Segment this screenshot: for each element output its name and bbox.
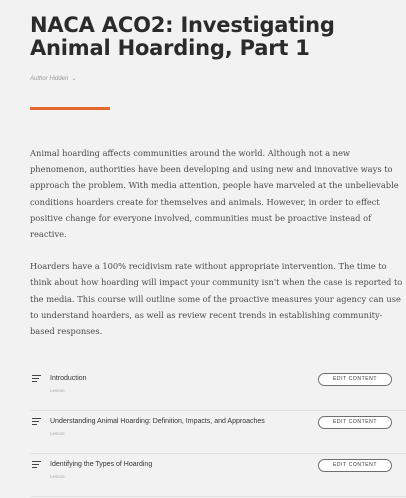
description-line: the media. This course will outline some… bbox=[30, 293, 401, 304]
lesson-row[interactable]: Identifying the Types of Hoarding Lesson… bbox=[30, 454, 406, 497]
author-label: Author Hidden bbox=[30, 75, 69, 82]
description-line: to understand hoarders, as well as revie… bbox=[30, 309, 383, 320]
lesson-list-icon bbox=[32, 375, 41, 382]
description-line: reactive. bbox=[30, 229, 67, 240]
lesson-title[interactable]: Identifying the Types of Hoarding bbox=[50, 461, 152, 468]
edit-content-button[interactable]: EDIT CONTENT bbox=[318, 373, 392, 386]
description-line: based responses. bbox=[30, 326, 103, 337]
description-line: conditions hoarders create for themselve… bbox=[30, 196, 380, 207]
accent-divider bbox=[30, 107, 110, 110]
chevron-down-icon: ⌄ bbox=[71, 76, 77, 82]
lesson-type-label: Lesson bbox=[50, 474, 65, 479]
course-description: Animal hoarding affects communities arou… bbox=[30, 145, 406, 339]
lesson-row[interactable]: Introduction Lesson EDIT CONTENT bbox=[30, 368, 406, 411]
lesson-row[interactable]: Understanding Animal Hoarding: Definitio… bbox=[30, 411, 406, 454]
description-paragraph-1: Animal hoarding affects communities arou… bbox=[30, 145, 406, 242]
lesson-list-icon bbox=[32, 418, 41, 425]
description-paragraph-2: Hoarders have a 100% recidivism rate wit… bbox=[30, 258, 406, 339]
course-page: NACA ACO2: Investigating Animal Hoarding… bbox=[0, 0, 406, 498]
lesson-list-icon bbox=[32, 461, 41, 468]
course-title: NACA ACO2: Investigating Animal Hoarding… bbox=[30, 13, 335, 60]
description-line: phenomenon, authorities have been develo… bbox=[30, 164, 393, 175]
lesson-type-label: Lesson bbox=[50, 388, 65, 393]
description-line: Hoarders have a 100% recidivism rate wit… bbox=[30, 261, 387, 272]
lesson-type-label: Lesson bbox=[50, 431, 65, 436]
description-line: approach the problem. With media attenti… bbox=[30, 180, 399, 191]
description-line: positive change for everyone involved, c… bbox=[30, 212, 372, 223]
description-line: think about how hoarding will impact you… bbox=[30, 277, 403, 288]
edit-content-button[interactable]: EDIT CONTENT bbox=[318, 459, 392, 472]
author-dropdown[interactable]: Author Hidden ⌄ bbox=[30, 75, 77, 83]
description-line: Animal hoarding affects communities arou… bbox=[30, 148, 351, 158]
lesson-list: Introduction Lesson EDIT CONTENT Underst… bbox=[30, 368, 406, 497]
lesson-title[interactable]: Introduction bbox=[50, 375, 87, 382]
lesson-title[interactable]: Understanding Animal Hoarding: Definitio… bbox=[50, 418, 265, 425]
edit-content-button[interactable]: EDIT CONTENT bbox=[318, 416, 392, 429]
course-header: NACA ACO2: Investigating Animal Hoarding… bbox=[30, 14, 390, 60]
